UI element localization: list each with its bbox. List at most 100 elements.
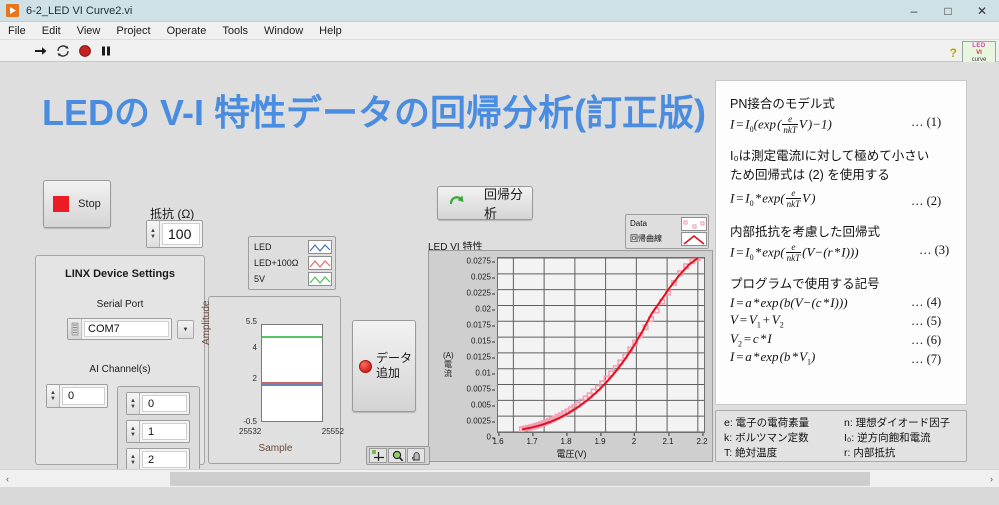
xtick-4: 2	[631, 433, 637, 446]
pause-icon[interactable]	[100, 44, 112, 58]
xtick-0: 1.6	[492, 433, 504, 446]
stop-indicator-icon	[53, 196, 70, 212]
pan-hand-icon[interactable]	[407, 448, 425, 463]
menu-project[interactable]: Project	[108, 22, 158, 40]
waveform-xaxis: 25532 25552	[239, 427, 344, 436]
ai-channel-0-value[interactable]: 0	[142, 395, 187, 412]
menu-tools[interactable]: Tools	[214, 22, 256, 40]
menu-operate[interactable]: Operate	[159, 22, 215, 40]
linx-device-settings-panel: LINX Device Settings Serial Port COM7 ▼ …	[35, 255, 205, 476]
graph-legend-row-fitcurve[interactable]: 回帰曲線	[627, 231, 707, 246]
legend-label-led-100ohm: LED+100Ω	[254, 258, 299, 268]
ai-channel-1-input[interactable]: ▲ ▼ 1	[126, 420, 190, 443]
menu-help[interactable]: Help	[311, 22, 350, 40]
add-data-button[interactable]: データ 追加	[352, 320, 416, 412]
vi-xy-graph[interactable]: (A) 電流 0.0275 0.025 0.0225 0.02 0.0175 0.…	[428, 250, 713, 462]
graph-legend-row-data[interactable]: Data	[627, 216, 707, 231]
window-controls: – □ ✕	[897, 0, 999, 22]
formula-equation-5: V = V1 + V2	[730, 312, 784, 330]
symbol-r: r: 内部抵抗	[844, 447, 896, 459]
waveform-ytick-1: 4	[252, 343, 257, 352]
formula-number-6: … (6)	[911, 333, 942, 347]
vi-graph-legend[interactable]: Data 回帰曲線	[625, 214, 709, 249]
xtick-3: 1.9	[594, 433, 606, 446]
minimize-button[interactable]: –	[897, 0, 931, 22]
ai-index-value[interactable]: 0	[62, 387, 105, 405]
legend-row-5v[interactable]: 5V	[251, 271, 333, 287]
formula-equation-6: V2 = c * I	[730, 330, 772, 349]
ai-channels-label: AI Channel(s)	[89, 364, 151, 375]
serial-port-value[interactable]: COM7	[84, 321, 169, 337]
legend-swatch-led-100ohm[interactable]	[308, 256, 332, 270]
legend-row-led-100ohm[interactable]: LED+100Ω	[251, 255, 333, 271]
scrollbar-thumb[interactable]	[170, 471, 870, 486]
legend-swatch-led[interactable]	[308, 240, 332, 254]
panel-horizontal-scrollbar[interactable]: ‹ ›	[0, 469, 999, 487]
resistance-value[interactable]: 100	[162, 223, 200, 245]
symbol-legend-left-column: e: 電子の電荷素量 k: ボルツマン定数 T: 絶対温度	[724, 416, 844, 461]
serial-port-combo[interactable]: COM7	[67, 318, 172, 340]
front-panel: LEDの V-I 特性データの回帰分析(訂正版) Stop 抵抗 (Ω) ▲ ▼ …	[0, 62, 999, 487]
run-arrow-icon[interactable]	[34, 44, 48, 58]
vi-graph-plot-area[interactable]	[497, 257, 705, 433]
menu-window[interactable]: Window	[256, 22, 311, 40]
menu-edit[interactable]: Edit	[34, 22, 69, 40]
ai-channel-1-spinner[interactable]: ▲ ▼	[127, 421, 140, 442]
run-continuously-icon[interactable]	[56, 44, 70, 58]
serial-port-dropdown-button[interactable]: ▼	[177, 320, 194, 339]
ytick-8: 0.0075	[466, 384, 496, 394]
legend-swatch-5v[interactable]	[308, 272, 332, 286]
cursor-crosshair-icon[interactable]	[369, 448, 387, 463]
menu-view[interactable]: View	[69, 22, 109, 40]
graph-legend-swatch-data[interactable]	[681, 216, 707, 231]
menu-file[interactable]: File	[0, 22, 34, 40]
green-arrow-icon	[448, 192, 466, 215]
xtick-1: 1.7	[526, 433, 538, 446]
ai-channel-2-input[interactable]: ▲ ▼ 2	[126, 448, 190, 471]
linx-panel-title: LINX Device Settings	[64, 268, 176, 280]
ytick-1: 0.025	[470, 272, 496, 282]
stop-button[interactable]: Stop	[43, 180, 111, 228]
scrollbar-track[interactable]	[15, 470, 984, 487]
ytick-0: 0.0275	[466, 256, 496, 266]
ytick-10: 0.0025	[466, 416, 496, 426]
formula-number-5: … (5)	[911, 314, 942, 328]
waveform-plot-area[interactable]	[261, 324, 323, 422]
ai-channel-2-spinner[interactable]: ▲ ▼	[127, 449, 140, 470]
waveform-yaxis: 5.5 4 2 -0.5	[225, 317, 259, 426]
ytick-3: 0.02	[475, 304, 495, 314]
ai-channel-0-spinner[interactable]: ▲ ▼	[127, 393, 140, 414]
ai-index-input[interactable]: ▲ ▼ 0	[46, 384, 108, 408]
close-button[interactable]: ✕	[965, 0, 999, 22]
window-title: 6-2_LED VI Curve2.vi	[26, 4, 133, 17]
formula-heading-2a: I₀は測定電流Iに対して極めて小さい	[730, 149, 930, 163]
graph-palette[interactable]	[366, 446, 430, 465]
context-help-icon[interactable]: ?	[950, 46, 957, 60]
graph-legend-swatch-fitcurve[interactable]	[681, 231, 707, 246]
legend-row-led[interactable]: LED	[251, 239, 333, 255]
ai-index-spinner[interactable]: ▲ ▼	[47, 385, 60, 407]
regression-analysis-label: 回帰分析	[484, 187, 524, 221]
waveform-xtick-1: 25552	[321, 427, 344, 436]
scroll-left-arrow-icon[interactable]: ‹	[0, 474, 15, 484]
graph-legend-label-fitcurve: 回帰曲線	[630, 234, 662, 243]
ai-channel-2-value[interactable]: 2	[142, 451, 187, 468]
regression-analysis-button[interactable]: 回帰分析	[437, 186, 533, 221]
resistance-spinner[interactable]: ▲ ▼	[147, 221, 160, 247]
waveform-plot-legend[interactable]: LED LED+100Ω 5V	[248, 236, 336, 290]
waveform-chart[interactable]: Amplitude 5.5 4 2 -0.5 25532 25552 Sampl…	[201, 296, 344, 464]
formula-panel: PN接合のモデル式 I = I0(exp (e nkT V )−1) … (1) I…	[715, 80, 967, 405]
ai-channel-1-value[interactable]: 1	[142, 423, 187, 440]
abort-execution-icon[interactable]	[78, 44, 92, 58]
vi-graph-yaxis: 0.0275 0.025 0.0225 0.02 0.0175 0.015 0.…	[451, 255, 496, 442]
maximize-button[interactable]: □	[931, 0, 965, 22]
zoom-magnifier-icon[interactable]	[388, 448, 406, 463]
formula-equation-7: I = a * exp (b * V1)	[730, 349, 816, 367]
resistance-input[interactable]: ▲ ▼ 100	[146, 220, 203, 248]
scroll-right-arrow-icon[interactable]: ›	[984, 474, 999, 484]
serial-port-icon	[68, 319, 82, 339]
formula-heading-3: 内部抵抗を考慮した回帰式	[730, 225, 881, 239]
add-data-label-line2: 追加	[376, 366, 401, 380]
ai-channel-0-input[interactable]: ▲ ▼ 0	[126, 392, 190, 415]
waveform-ytick-2: 2	[252, 374, 257, 383]
